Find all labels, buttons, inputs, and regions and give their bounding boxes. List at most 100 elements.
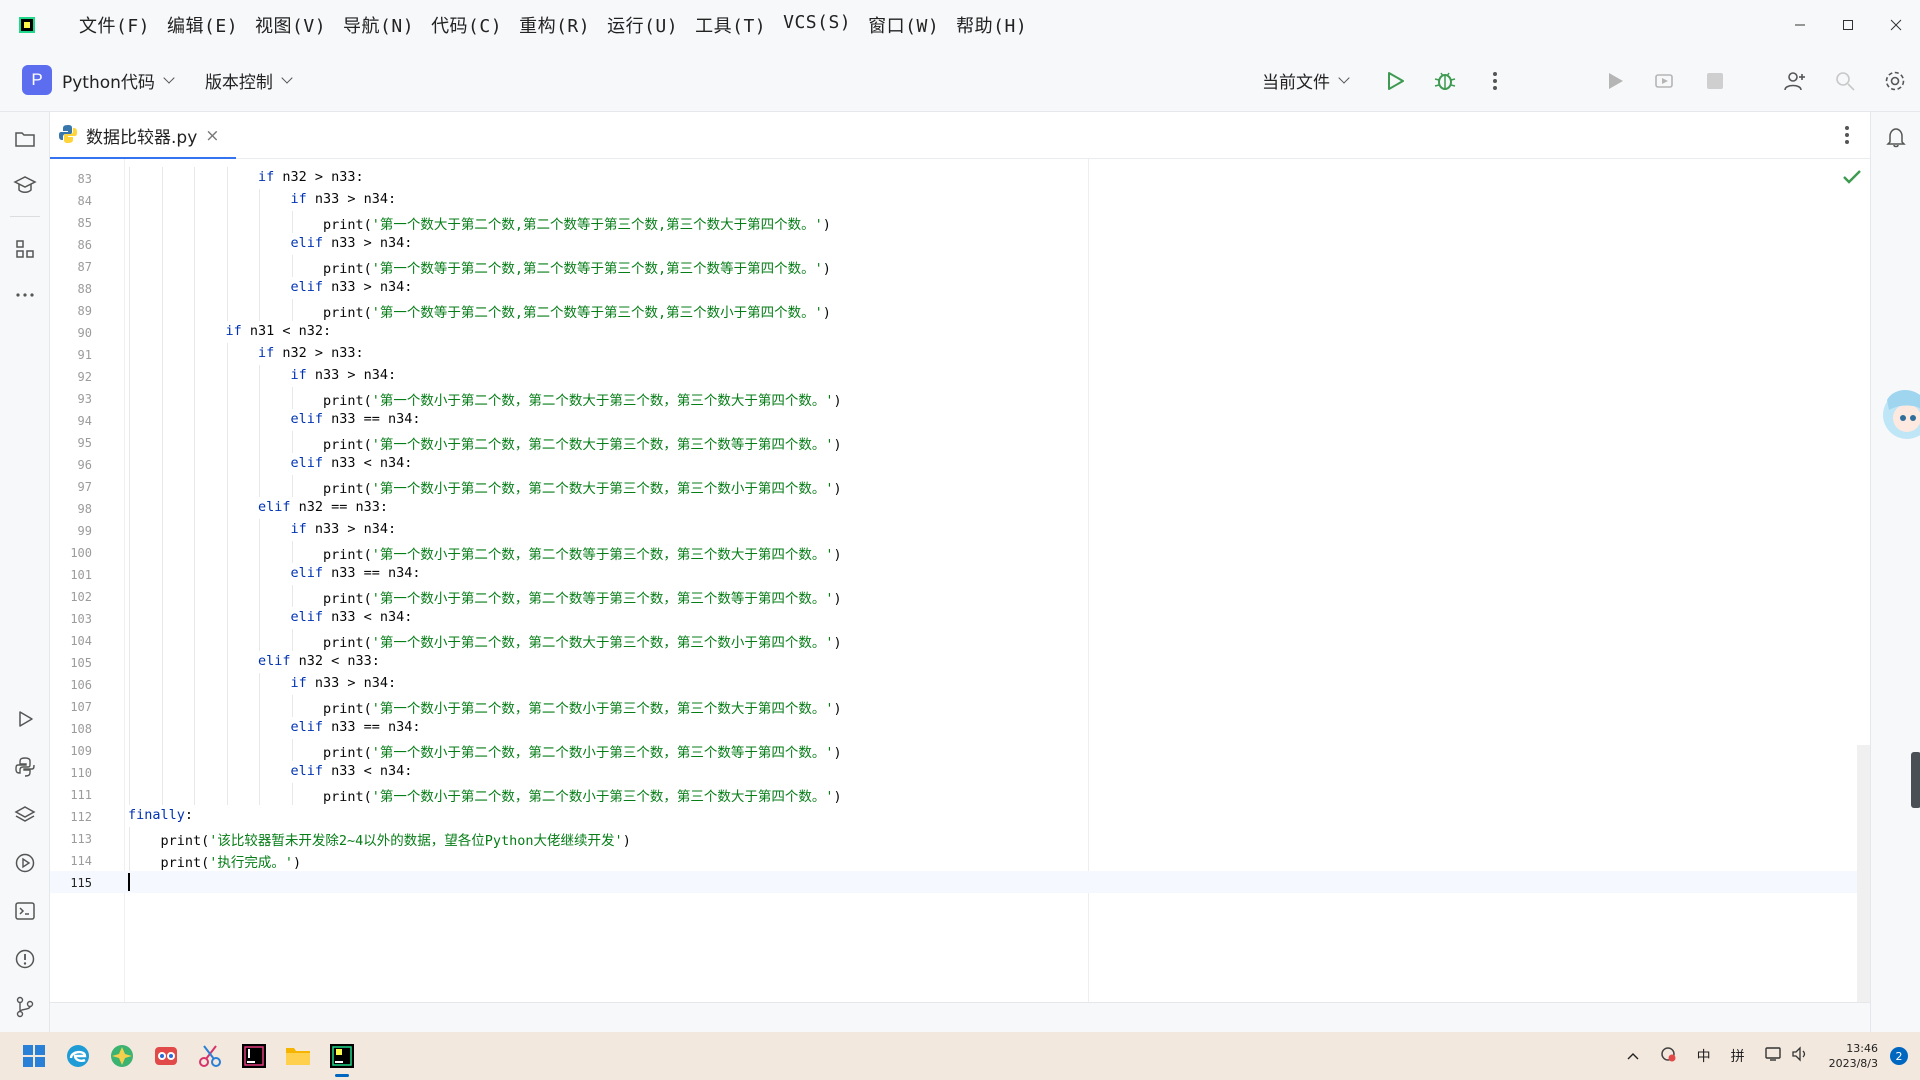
code-plain: n33 > n34:	[323, 235, 413, 251]
vcs-menu[interactable]: 版本控制	[205, 68, 273, 93]
menu-item[interactable]: 视图(V)	[255, 12, 326, 38]
coverage-icon[interactable]	[1640, 49, 1690, 112]
menu-item[interactable]: VCS(S)	[783, 12, 851, 38]
indent-guide	[291, 299, 293, 321]
services-icon[interactable]	[12, 850, 38, 876]
close-icon[interactable]	[1872, 0, 1920, 49]
chevron-down-icon[interactable]	[163, 71, 175, 84]
chevron-down-icon[interactable]	[1338, 72, 1350, 84]
maximize-icon[interactable]	[1824, 0, 1872, 49]
intellij-icon[interactable]	[232, 1032, 276, 1080]
indent-guide	[161, 629, 163, 651]
app-launcher-icon[interactable]	[100, 1032, 144, 1080]
indent-guide	[161, 739, 163, 761]
code-function: print(	[323, 635, 372, 651]
debug-icon[interactable]	[1420, 49, 1470, 112]
game-app-icon[interactable]	[144, 1032, 188, 1080]
run-config-selector[interactable]: 当前文件	[1262, 68, 1330, 93]
indent-guide	[194, 651, 195, 673]
menu-item[interactable]: 工具(T)	[695, 12, 766, 38]
file-explorer-icon[interactable]	[276, 1032, 320, 1080]
code-keyword: elif	[290, 235, 324, 251]
learn-icon[interactable]	[12, 172, 38, 198]
start-windows-icon[interactable]	[12, 1032, 56, 1080]
problems-icon[interactable]	[12, 946, 38, 972]
chevron-up-icon[interactable]	[1627, 1048, 1639, 1064]
indent-guide	[226, 607, 228, 629]
minimize-icon[interactable]	[1776, 0, 1824, 49]
indent-guide	[129, 695, 130, 717]
clock[interactable]: 13:46 2023/8/3	[1829, 1041, 1878, 1071]
menu-item[interactable]: 编辑(E)	[167, 12, 238, 38]
indent-guide	[161, 519, 163, 541]
line-number: 87	[77, 260, 92, 274]
more-horizontal-icon[interactable]	[12, 282, 38, 308]
code-line: 105 elif n32 < n33:	[50, 651, 1870, 673]
code-plain: n33 > n34:	[306, 367, 397, 383]
layers-icon[interactable]	[12, 802, 38, 828]
tab-close-icon[interactable]: ×	[205, 126, 219, 146]
editor-tab[interactable]: 数据比较器.py ×	[50, 112, 236, 160]
indent-guide	[161, 409, 163, 431]
chevron-down-icon[interactable]	[281, 71, 293, 84]
menu-item[interactable]: 运行(U)	[607, 12, 678, 38]
project-badge[interactable]: P	[22, 65, 52, 95]
menu-item[interactable]: 代码(C)	[431, 12, 502, 38]
menu-item[interactable]: 导航(N)	[343, 12, 414, 38]
indent-guide	[226, 563, 228, 585]
code-string: '第一个数小于第二个数，第二个数小于第三个数，第三个数大于第四个数。'	[371, 789, 834, 805]
menu-item[interactable]: 重构(R)	[519, 12, 590, 38]
pycharm-taskbar-icon[interactable]	[320, 1032, 364, 1080]
sync-app-icon[interactable]	[1659, 1045, 1677, 1067]
notifications-bell-icon[interactable]	[1885, 126, 1907, 152]
code-text: print('第一个数小于第二个数，第二个数大于第三个数，第三个数小于第四个数。…	[323, 631, 842, 651]
project-folder-icon[interactable]	[12, 126, 38, 152]
code-plain: )	[822, 261, 831, 277]
menu-item[interactable]: 窗口(W)	[868, 12, 939, 38]
line-number: 108	[70, 722, 92, 736]
bottom-strip	[50, 1002, 1870, 1032]
line-number: 105	[70, 656, 92, 670]
no-problems-check-icon[interactable]	[1842, 169, 1862, 189]
menu-item[interactable]: 文件(F)	[79, 12, 150, 38]
code-text: finally:	[128, 807, 193, 823]
menu-item[interactable]: 帮助(H)	[956, 12, 1027, 38]
code-editor[interactable]: 83 if n32 > n33: 84 if n33 > n34: 85 print('第…	[50, 159, 1870, 1002]
indent-guide	[226, 761, 228, 783]
git-branch-icon[interactable]	[12, 994, 38, 1020]
indent-guide	[259, 255, 260, 277]
stop-icon[interactable]	[1690, 49, 1740, 112]
volume-icon[interactable]	[1791, 1046, 1809, 1066]
snipping-tool-icon[interactable]	[188, 1032, 232, 1080]
add-user-icon[interactable]	[1770, 49, 1820, 112]
indent-guide	[161, 277, 163, 299]
code-keyword: if	[290, 191, 307, 207]
network-icon[interactable]	[1764, 1046, 1783, 1066]
indent-guide	[194, 673, 195, 695]
more-vertical-icon[interactable]	[1470, 49, 1520, 112]
structure-icon[interactable]	[12, 236, 38, 262]
indent-guide	[226, 783, 228, 805]
edge-browser-icon[interactable]	[56, 1032, 100, 1080]
indent-guide	[259, 409, 260, 431]
code-function: print(	[323, 701, 372, 717]
project-name[interactable]: Python代码	[62, 68, 155, 93]
ime-language[interactable]: 中	[1697, 1046, 1711, 1066]
notification-count-badge[interactable]: 2	[1890, 1047, 1908, 1065]
indent-guide	[161, 211, 163, 233]
run-disabled-icon[interactable]	[1590, 49, 1640, 112]
indent-guide	[291, 783, 293, 805]
indent-guide	[259, 453, 260, 475]
settings-gear-icon[interactable]	[1870, 49, 1920, 112]
terminal-icon[interactable]	[12, 898, 38, 924]
code-plain: n33 < n34:	[323, 455, 413, 471]
indent-guide	[194, 211, 195, 233]
search-icon[interactable]	[1820, 49, 1870, 112]
python-console-icon[interactable]	[12, 754, 38, 780]
vertical-scrollbar[interactable]	[1857, 745, 1870, 1002]
tab-options-icon[interactable]	[1844, 124, 1850, 150]
run-icon[interactable]	[1370, 49, 1420, 112]
code-function: print(	[323, 393, 372, 409]
ime-mode[interactable]: 拼	[1731, 1046, 1745, 1066]
run-tool-icon[interactable]	[12, 706, 38, 732]
